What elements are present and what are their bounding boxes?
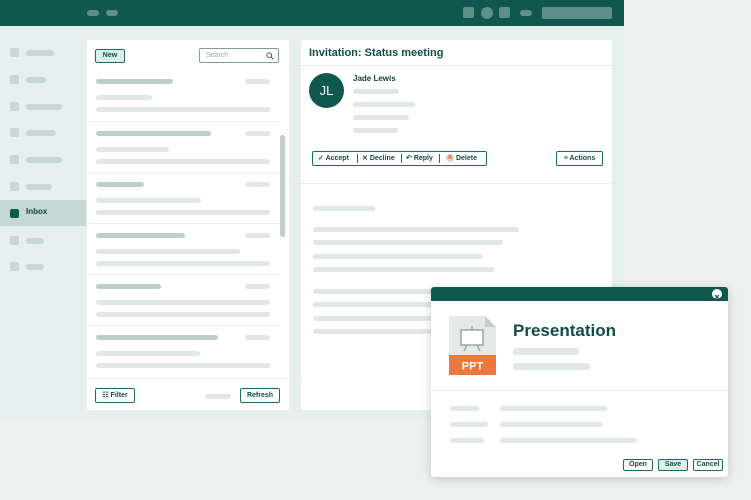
sender-detail-line	[353, 102, 415, 107]
attachment-title: Presentation	[513, 321, 616, 340]
delete-label: Delete	[455, 155, 477, 162]
list-footer: ☷ Filter Refresh	[87, 378, 289, 410]
toolbar-circle-icon[interactable]	[481, 7, 493, 19]
divider	[357, 154, 358, 163]
file-meta-line	[513, 348, 579, 355]
search-placeholder: Search	[206, 52, 229, 59]
list-scrollbar-thumb[interactable]	[280, 135, 285, 237]
sender-name: Jade Lewis	[353, 74, 396, 83]
folder-icon	[10, 236, 19, 245]
window-dot	[106, 10, 118, 16]
delete-button[interactable]: ✕ Delete	[446, 152, 477, 165]
search-input[interactable]: Search	[199, 48, 279, 63]
ppt-file-icon: PPT	[449, 316, 496, 375]
sidebar-item-label	[26, 130, 56, 136]
accept-label: Accept	[325, 155, 349, 162]
sidebar-item-label	[26, 157, 62, 163]
sidebar-item-label	[26, 264, 44, 270]
accept-button[interactable]: ✓ Accept	[318, 152, 349, 165]
folder-icon	[10, 182, 19, 191]
presentation-icon: PPT	[449, 316, 496, 375]
sidebar: Inbox	[0, 26, 86, 422]
file-meta-line	[513, 363, 590, 370]
actions-menu-button[interactable]: ≡ Actions	[556, 151, 603, 166]
sidebar-item-label: Inbox	[26, 207, 48, 216]
list-item[interactable]	[87, 121, 281, 172]
inbox-icon	[10, 209, 19, 218]
x-icon: ✕	[362, 155, 368, 162]
reply-label: Reply	[413, 155, 433, 162]
divider	[401, 154, 402, 163]
sidebar-item[interactable]	[0, 173, 86, 199]
sidebar-item[interactable]	[0, 227, 86, 253]
filter-label: Filter	[110, 392, 128, 399]
sidebar-item-label	[26, 238, 44, 244]
list-item[interactable]	[87, 172, 281, 223]
sidebar-item-label	[26, 184, 52, 190]
divider	[431, 390, 728, 391]
divider	[301, 65, 612, 66]
attachment-preview-dialog: PPT Presentation Open Save Cancel	[431, 287, 728, 477]
avatar: JL	[309, 73, 344, 108]
check-icon: ✓	[318, 155, 324, 162]
actions-label: Actions	[569, 155, 596, 162]
sender-detail-line	[353, 89, 399, 94]
folder-icon	[10, 75, 19, 84]
refresh-button[interactable]: Refresh	[240, 388, 280, 403]
reply-button[interactable]: ↶ Reply	[406, 152, 433, 165]
toolbar-pill[interactable]	[520, 10, 532, 16]
list-item[interactable]	[87, 70, 281, 121]
sidebar-item-label	[26, 104, 62, 110]
folder-icon	[10, 48, 19, 57]
open-button[interactable]: Open	[623, 459, 653, 471]
message-list-pane: New Search ☷ Filter Refresh	[87, 40, 289, 410]
invitation-actions: ✓ Accept ✕ Decline ↶ Reply ✕ Delete	[312, 151, 487, 166]
delete-icon: ✕	[446, 154, 454, 163]
list-item[interactable]	[87, 223, 281, 274]
toolbar-search-placeholder[interactable]	[542, 7, 612, 19]
folder-icon	[10, 128, 19, 137]
top-bar	[0, 0, 624, 26]
close-icon	[714, 294, 720, 300]
sidebar-item[interactable]	[0, 66, 86, 92]
sidebar-item[interactable]	[0, 39, 86, 65]
dialog-header	[431, 287, 728, 301]
sidebar-item-label	[26, 50, 54, 56]
cancel-button[interactable]: Cancel	[693, 459, 723, 471]
window-dot	[87, 10, 99, 16]
sidebar-item[interactable]	[0, 93, 86, 119]
sender-detail-line	[353, 128, 398, 133]
list-item[interactable]	[87, 325, 281, 375]
divider	[301, 183, 612, 184]
file-type-label: PPT	[462, 361, 484, 373]
search-icon	[266, 52, 274, 60]
folder-icon	[10, 102, 19, 111]
toolbar-square-icon[interactable]	[463, 7, 474, 18]
toolbar-square-icon[interactable]	[499, 7, 510, 18]
decline-button[interactable]: ✕ Decline	[362, 152, 395, 165]
list-item[interactable]	[87, 274, 281, 325]
decline-label: Decline	[369, 155, 395, 162]
message-subject: Invitation: Status meeting	[309, 47, 444, 59]
folder-icon	[10, 262, 19, 271]
sidebar-item[interactable]	[0, 253, 86, 279]
sender-detail-line	[353, 115, 409, 120]
new-button[interactable]: New	[95, 49, 125, 63]
message-list	[87, 70, 281, 375]
pagination-placeholder	[205, 394, 231, 399]
divider	[439, 154, 440, 163]
folder-icon	[10, 155, 19, 164]
sidebar-item-inbox[interactable]: Inbox	[0, 200, 86, 226]
filter-button[interactable]: ☷ Filter	[95, 388, 135, 403]
sidebar-item-label	[26, 77, 46, 83]
sidebar-item[interactable]	[0, 119, 86, 145]
close-button[interactable]	[712, 289, 722, 300]
filter-icon: ☷	[102, 392, 109, 399]
reply-icon: ↶	[406, 155, 412, 162]
menu-icon: ≡	[563, 155, 568, 162]
sidebar-item[interactable]	[0, 146, 86, 172]
save-button[interactable]: Save	[658, 459, 688, 471]
